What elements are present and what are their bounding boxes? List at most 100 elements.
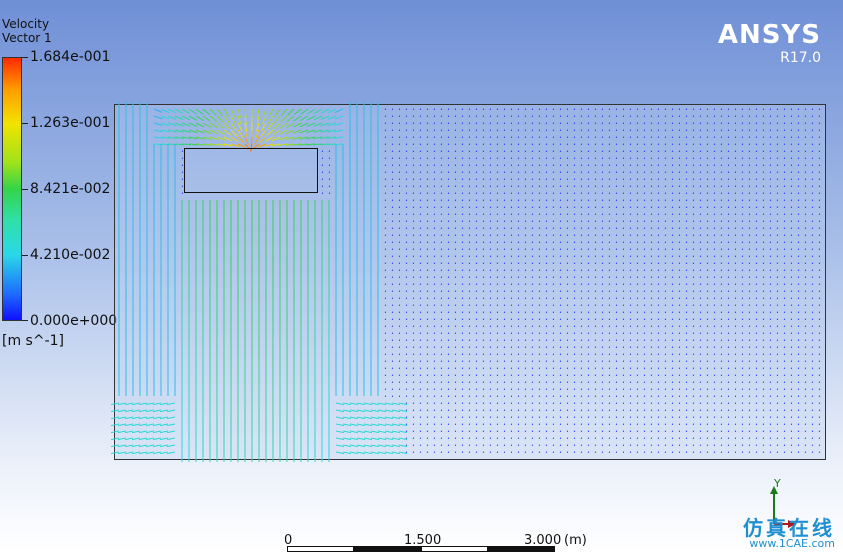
velocity-vector <box>342 430 352 434</box>
velocity-vector <box>384 451 394 455</box>
velocity-vector <box>216 108 224 117</box>
velocity-vector <box>335 451 345 455</box>
velocity-vector <box>237 122 243 132</box>
velocity-vector <box>145 451 155 455</box>
velocity-vector <box>286 122 295 129</box>
velocity-vector <box>131 444 141 448</box>
velocity-vector <box>349 416 359 420</box>
velocity-vector <box>138 416 148 420</box>
velocity-vector <box>356 437 366 441</box>
velocity-vector <box>230 108 236 118</box>
velocity-vector <box>166 402 176 406</box>
velocity-vector <box>124 444 134 448</box>
inlet-outline <box>184 148 318 193</box>
velocity-vector <box>349 430 359 434</box>
velocity-vector <box>363 409 373 413</box>
velocity-vector <box>166 430 176 434</box>
velocity-vector <box>237 136 245 144</box>
velocity-vector <box>202 122 211 128</box>
velocity-vector <box>152 423 162 427</box>
velocity-vector <box>260 129 267 138</box>
velocity-vector <box>244 136 249 145</box>
velocity-vector <box>152 451 162 455</box>
velocity-vector <box>398 423 408 427</box>
velocity-vector <box>159 430 169 434</box>
velocity-vector <box>166 409 176 413</box>
velocity-vector <box>145 430 155 434</box>
velocity-vector <box>159 451 169 455</box>
velocity-vector <box>398 451 408 455</box>
velocity-vector <box>266 129 274 137</box>
velocity-vector <box>110 451 120 455</box>
velocity-vector <box>342 444 352 448</box>
velocity-vector <box>272 129 281 136</box>
velocity-vector <box>230 129 238 137</box>
velocity-vector <box>131 437 141 441</box>
velocity-vector <box>117 444 127 448</box>
velocity-vector <box>384 430 394 434</box>
velocity-vector <box>370 430 380 434</box>
velocity-vector <box>166 444 176 448</box>
velocity-vector <box>370 416 380 420</box>
velocity-vector <box>117 409 127 413</box>
velocity-vector <box>349 451 359 455</box>
velocity-vector <box>110 437 120 441</box>
velocity-vector <box>314 108 323 114</box>
velocity-vector <box>307 108 316 115</box>
velocity-vector <box>280 108 288 116</box>
velocity-vector <box>398 437 408 441</box>
velocity-vector <box>209 115 218 123</box>
velocity-vector <box>145 409 155 413</box>
velocity-vector <box>398 402 408 406</box>
velocity-vector <box>335 430 345 434</box>
velocity-vector <box>145 423 155 427</box>
velocity-vector <box>349 409 359 413</box>
velocity-vector <box>349 437 359 441</box>
velocity-vector <box>335 409 345 413</box>
velocity-vector <box>131 402 141 406</box>
velocity-vector <box>145 437 155 441</box>
velocity-vector <box>356 423 366 427</box>
velocity-vector <box>166 423 176 427</box>
velocity-vector <box>300 108 309 115</box>
velocity-vector <box>391 451 401 455</box>
velocity-vector <box>370 402 380 406</box>
velocity-vector <box>110 402 120 406</box>
velocity-vector <box>216 122 225 129</box>
velocity-vector <box>384 416 394 420</box>
velocity-vector <box>267 122 274 131</box>
velocity-vector <box>202 108 211 116</box>
velocity-vector <box>274 108 281 117</box>
velocity-vector <box>267 115 274 124</box>
scale-bar <box>287 546 557 552</box>
velocity-vector <box>398 444 408 448</box>
scale-segment <box>287 546 354 552</box>
velocity-vector <box>117 416 127 420</box>
velocity-vector <box>391 437 401 441</box>
velocity-vector <box>230 136 239 143</box>
velocity-vector <box>342 437 352 441</box>
velocity-vector <box>152 402 162 406</box>
velocity-vector <box>377 409 387 413</box>
velocity-vector <box>223 136 233 142</box>
velocity-vector <box>335 402 345 406</box>
velocity-vector <box>145 444 155 448</box>
velocity-vector <box>384 444 394 448</box>
velocity-vector <box>117 402 127 406</box>
velocity-vector <box>124 409 134 413</box>
velocity-vector <box>159 444 169 448</box>
velocity-vector <box>152 409 162 413</box>
velocity-vector <box>377 437 387 441</box>
velocity-vector <box>117 437 127 441</box>
velocity-vector <box>259 136 267 143</box>
velocity-vector <box>216 129 225 135</box>
velocity-vector <box>391 444 401 448</box>
velocity-vector <box>237 129 244 138</box>
velocity-vector <box>356 409 366 413</box>
velocity-vector <box>356 402 366 406</box>
velocity-vector <box>117 451 127 455</box>
velocity-vector <box>356 416 366 420</box>
velocity-vector <box>159 437 169 441</box>
velocity-vector <box>152 416 162 420</box>
velocity-vector <box>152 430 162 434</box>
